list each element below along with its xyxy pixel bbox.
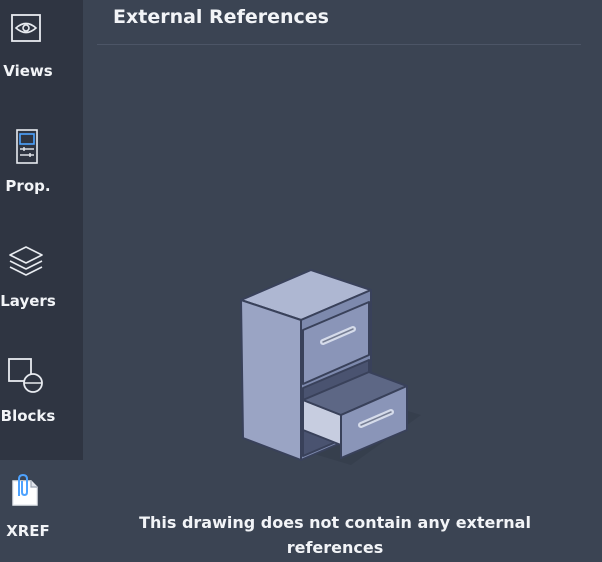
properties-icon [4,128,50,164]
sidebar-item-layers[interactable]: Layers [0,230,83,345]
sidebar-item-label: Prop. [5,177,51,195]
eye-icon [4,12,50,48]
filing-cabinet-icon [231,260,431,470]
sidebar-item-label: XREF [6,522,50,540]
sidebar-item-label: Layers [0,292,56,310]
layers-icon [4,244,50,280]
blocks-icon [4,357,50,393]
app-window: Views Prop. Layers Blocks XREF External … [0,0,602,562]
xref-icon [4,472,50,508]
sidebar: Views Prop. Layers Blocks XREF [0,0,83,562]
sidebar-item-properties[interactable]: Prop. [0,115,83,230]
panel-divider [97,44,581,45]
sidebar-item-views[interactable]: Views [0,0,83,115]
sidebar-item-label: Blocks [0,407,56,425]
panel-title: External References [113,6,329,28]
empty-state-message: This drawing does not contain any extern… [139,513,531,557]
sidebar-item-label: Views [3,62,53,80]
external-references-panel: External References This drawing does no… [83,0,602,562]
sidebar-item-blocks[interactable]: Blocks [0,345,83,460]
sidebar-item-xref[interactable]: XREF [0,460,83,562]
